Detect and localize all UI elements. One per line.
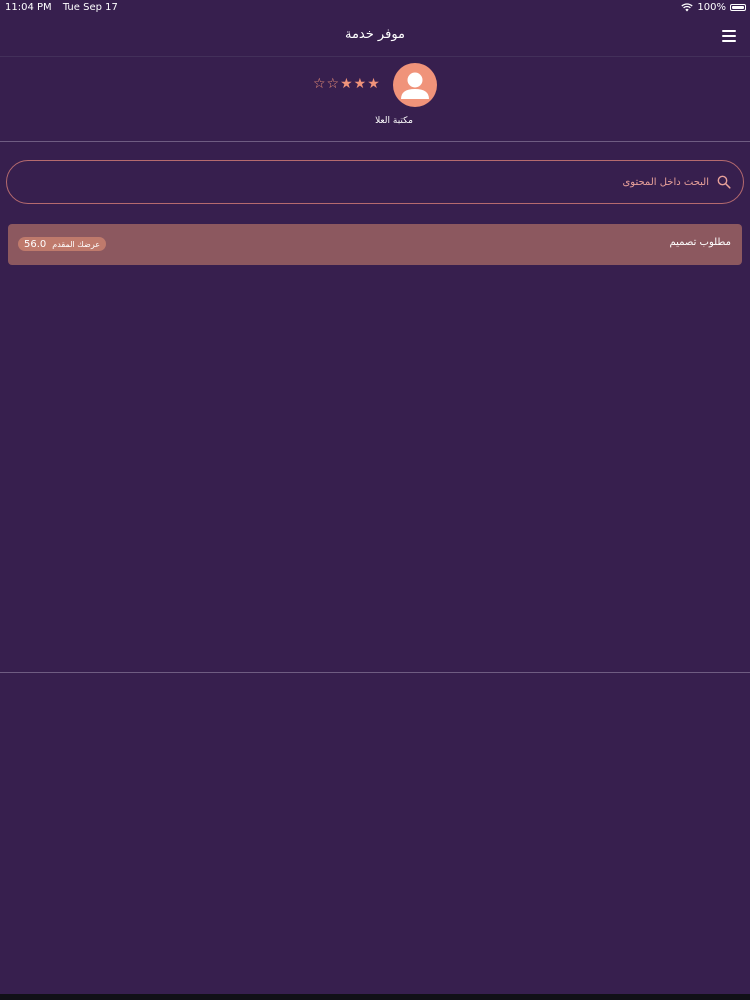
- offer-value: 56.0: [24, 238, 47, 250]
- offer-badge: 56.0 عرضك المقدم: [18, 237, 107, 251]
- content-divider: [0, 672, 750, 673]
- page-title: موفر خدمة: [345, 27, 405, 42]
- wifi-icon: [681, 3, 694, 12]
- request-title: مطلوب تصميم: [669, 237, 731, 248]
- bottom-edge: [0, 994, 750, 1000]
- request-card[interactable]: مطلوب تصميم 56.0 عرضك المقدم: [8, 224, 742, 265]
- status-left: 11:04 PM Tue Sep 17: [5, 2, 118, 13]
- menu-line: [722, 40, 736, 42]
- battery-icon: [730, 4, 746, 11]
- battery-percent: 100%: [697, 2, 726, 13]
- header-divider: [0, 141, 750, 142]
- search-icon: [717, 175, 731, 189]
- status-right: 100%: [681, 2, 746, 13]
- status-date: Tue Sep 17: [62, 2, 118, 13]
- search-bar[interactable]: [6, 160, 744, 204]
- avatar-silhouette: [401, 72, 429, 99]
- user-avatar-icon: [393, 63, 437, 107]
- search-input[interactable]: [109, 169, 709, 195]
- menu-line: [722, 30, 736, 32]
- profile-header: ☆☆★★★ مكتبة العلا: [0, 56, 750, 141]
- menu-line: [722, 35, 736, 37]
- star-rating: ☆☆★★★: [313, 76, 381, 92]
- status-bar: 11:04 PM Tue Sep 17 100%: [0, 0, 750, 16]
- nav-bar: موفر خدمة: [0, 16, 750, 57]
- hamburger-menu-icon[interactable]: [722, 30, 736, 42]
- offer-label: عرضك المقدم: [52, 239, 101, 249]
- status-time: 11:04 PM: [5, 2, 52, 13]
- provider-name: مكتبة العلا: [375, 116, 413, 126]
- battery-fill: [732, 6, 744, 9]
